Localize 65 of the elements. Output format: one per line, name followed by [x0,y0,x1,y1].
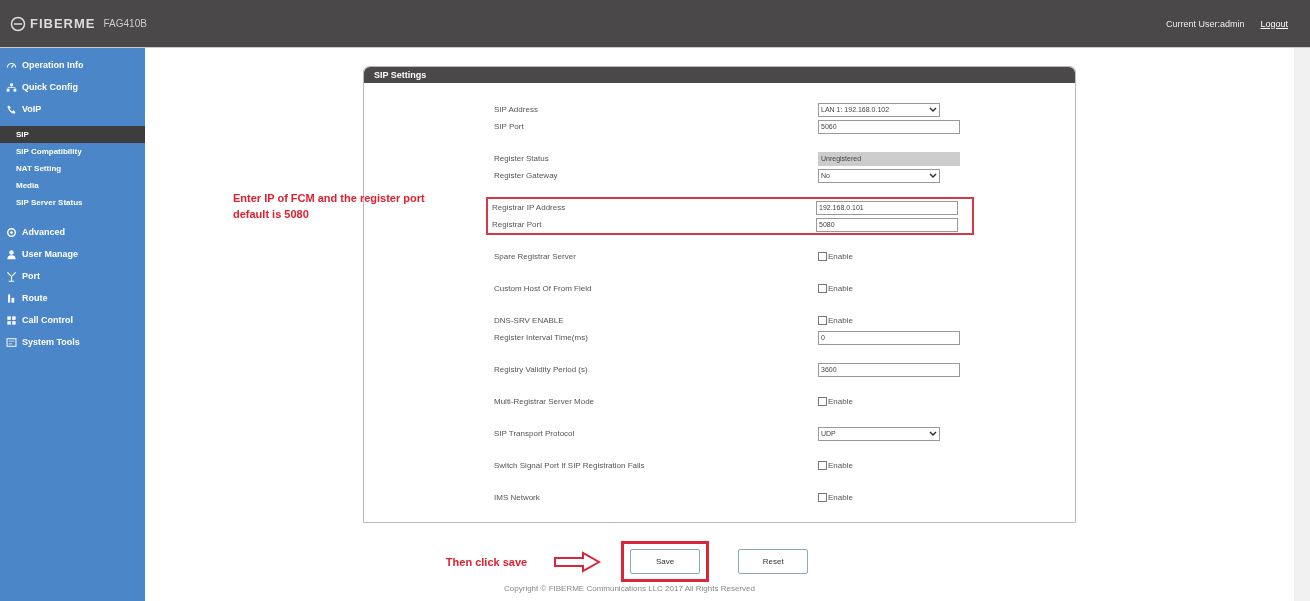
checkbox-label: Enable [828,397,853,406]
sidebar-subitem[interactable]: Media [0,177,145,194]
sidebar-item[interactable]: Quick Config [0,76,145,98]
sidebar-subitem[interactable]: SIP Compatibility [0,143,145,160]
field-label: SIP Address [494,105,539,114]
sidebar-item[interactable]: Operation Info [0,54,145,76]
checkbox-label: Enable [828,284,853,293]
checkbox[interactable] [818,493,827,502]
checkbox-label: Enable [828,316,853,325]
annotation-text: Then click save [445,554,528,570]
field-label: Switch Signal Port If SIP Registration Fails [494,461,646,470]
checkbox[interactable] [818,284,827,293]
field-label: Register Status [494,154,550,163]
grid-icon [6,314,17,326]
panel-title: SIP Settings [364,67,1075,83]
field-label: Multi-Registrar Server Mode [494,397,596,406]
field-label: Spare Registrar Server [494,252,577,261]
sidebar-subitem[interactable]: SIP [0,126,145,143]
field-label: SIP Port [494,122,525,131]
logo-icon [10,15,26,32]
checkbox-label: Enable [828,493,853,502]
checkbox-label: Enable [828,461,853,470]
phone-icon [6,103,17,115]
logo: FIBERME [10,15,96,32]
sidebar-subitem[interactable]: SIP Server Status [0,194,145,211]
current-user: Current User:admin [1165,18,1245,29]
sidebar-item[interactable]: Call Control [0,309,145,331]
checkbox-label: Enable [828,252,853,261]
copyright-text: Copyright © FIBERME Communications LLC 2017 All Rights Reserved [504,584,755,593]
sidebar-item[interactable]: User Manage [0,243,145,265]
window-icon [6,336,17,348]
reset-button[interactable]: Reset [738,549,809,574]
field-label: SIP Transport Protocol [494,429,576,438]
field-label: Register Gateway [494,171,559,180]
sidebar-subitem[interactable]: NAT Setting [0,160,145,177]
field-label: IMS Network [494,493,541,502]
model-name: FAG410B [103,18,147,29]
save-button[interactable]: Save [630,549,701,574]
checkbox[interactable] [818,252,827,261]
field-label: Custom Host Of From Field [494,284,593,293]
network-icon [6,81,17,93]
field-label: Registrar Port [492,220,543,229]
field-label: Registry Validity Period (s) [494,365,589,374]
caret-icon [929,430,937,437]
field-label: Registrar IP Address [492,203,567,212]
logout-link[interactable]: Logout [1260,18,1288,29]
scrollbar[interactable] [1294,48,1310,601]
arrow-icon [553,550,602,573]
caret-icon [929,106,937,113]
sidebar-item[interactable]: Port [0,265,145,287]
annotation-text: Enter IP of FCM and the register port default is 5080 [233,191,426,222]
checkbox[interactable] [818,316,827,325]
field-label: DNS-SRV ENABLE [494,316,565,325]
bars-icon [6,292,17,304]
user-icon [6,248,17,260]
sidebar-item[interactable]: VoIP [0,98,145,120]
sidebar-item[interactable]: Advanced [0,221,145,243]
caret-icon [929,172,937,179]
checkbox[interactable] [818,397,827,406]
sidebar-item[interactable]: System Tools [0,331,145,353]
branch-icon [6,270,17,282]
sidebar-item[interactable]: Route [0,287,145,309]
checkbox[interactable] [818,461,827,470]
field-label: Register Interval Time(ms) [494,333,589,342]
gear-icon [6,226,17,238]
